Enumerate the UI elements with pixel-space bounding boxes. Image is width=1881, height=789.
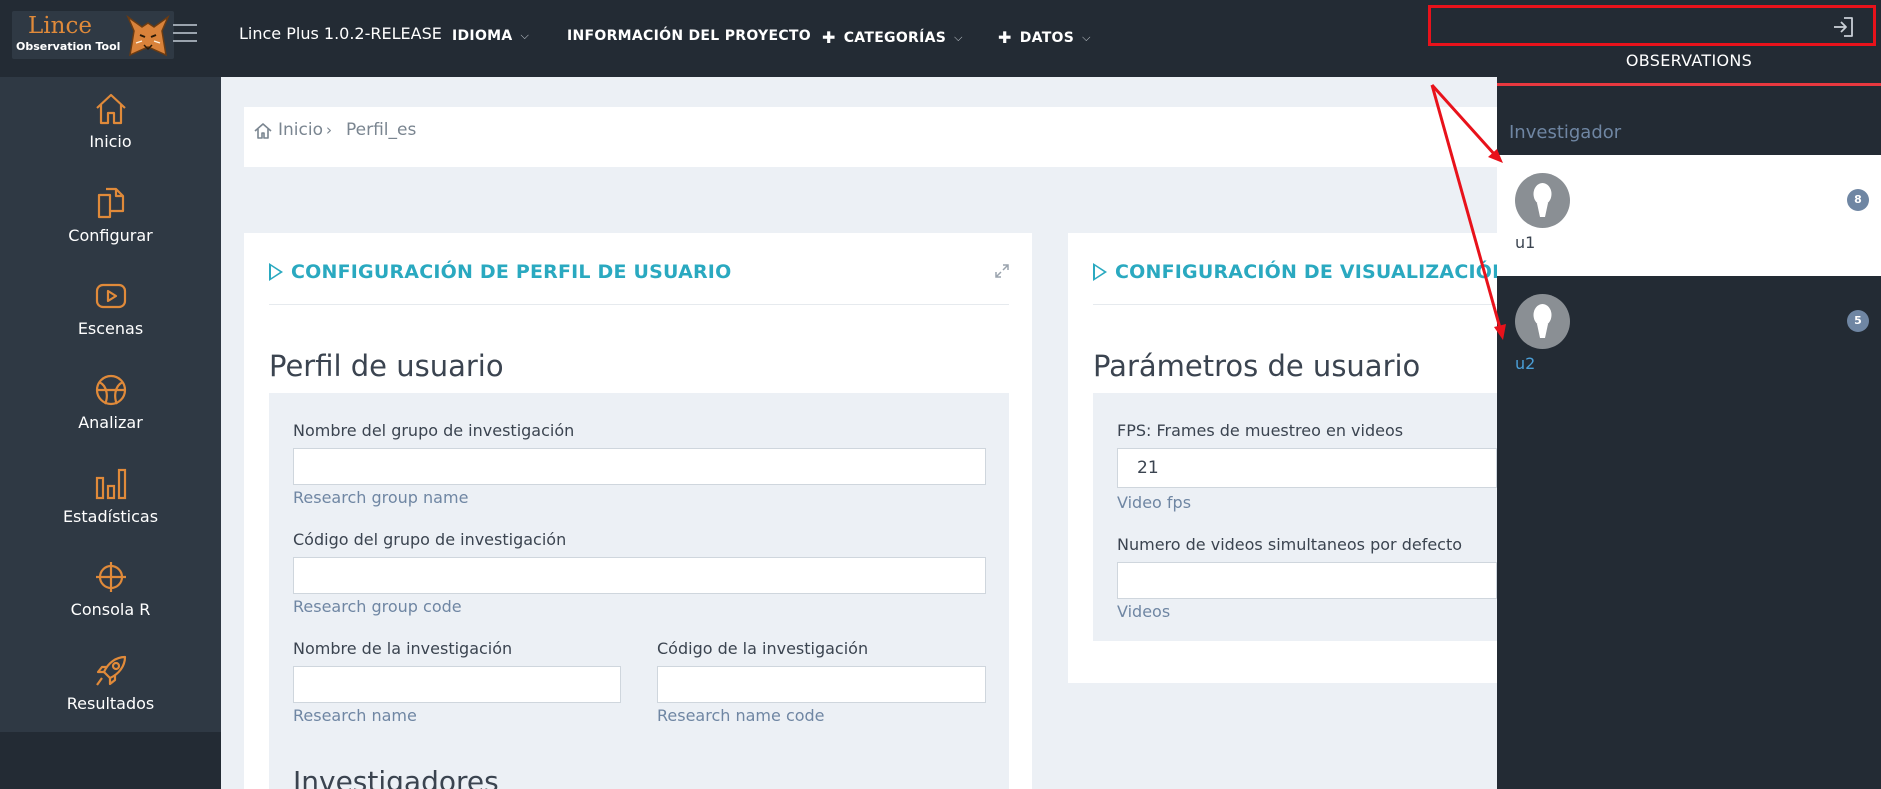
rocket-icon: [95, 655, 126, 686]
user-name: u1: [1515, 233, 1536, 252]
crosshair-icon: [95, 562, 126, 592]
logo-subtitle: Observation Tool: [16, 40, 121, 53]
sidebar-item-consola-r[interactable]: Consola R: [0, 560, 221, 650]
nav-informacion-label: INFORMACIÓN DEL PROYECTO: [567, 28, 811, 44]
simultaneous-videos-input[interactable]: [1117, 562, 1497, 599]
chevron-down-icon: ⌵: [954, 30, 963, 44]
user-avatar-icon: [1533, 304, 1552, 338]
field-label: Nombre de la investigación: [293, 639, 513, 658]
field-help: Research group code: [293, 597, 462, 616]
nav-datos-label: DATOS: [1019, 29, 1075, 46]
research-group-name-input[interactable]: [293, 448, 986, 485]
user-name[interactable]: u2: [1515, 354, 1535, 373]
sidebar-item-label: Escenas: [77, 319, 144, 338]
group-label: Investigador: [1509, 122, 1622, 143]
sidebar-item-resultados[interactable]: Resultados: [0, 654, 221, 744]
hamburger-menu-icon[interactable]: [173, 24, 197, 44]
sidebar-item-estadisticas[interactable]: Estadísticas: [0, 467, 221, 557]
triangle-right-icon: [1093, 263, 1107, 281]
sidebar-footer: [0, 732, 221, 789]
research-group-code-input[interactable]: [293, 557, 986, 594]
bar-chart-icon: [95, 468, 126, 500]
observations-search-bar[interactable]: [1428, 5, 1876, 46]
field-label: Código de la investigación: [657, 639, 869, 658]
breadcrumb-separator: ›: [326, 121, 332, 139]
sign-in-icon[interactable]: [1831, 15, 1855, 39]
profile-form: Nombre del grupo de investigación Resear…: [269, 393, 1009, 789]
field-help: Research name: [293, 706, 417, 725]
sidebar-item-label: Configurar: [68, 226, 153, 245]
investigators-section-title: Investigadores: [293, 765, 499, 789]
research-code-input[interactable]: [657, 666, 986, 703]
sidebar-item-label: Consola R: [70, 600, 151, 619]
sidebar-item-label: Inicio: [89, 132, 132, 151]
panel-divider: [1093, 304, 1497, 305]
research-name-input[interactable]: [293, 666, 621, 703]
app-logo[interactable]: Lince Observation Tool: [12, 11, 174, 59]
play-icon: [95, 283, 126, 309]
plus-icon: ✚: [822, 28, 836, 47]
nav-idioma[interactable]: IDIOMA ⌵: [452, 28, 529, 44]
sidebar: Inicio Configurar Escenas Analizar Estad…: [0, 77, 221, 732]
panel-title: CONFIGURACIÓN DE VISUALIZACIÓN: [1093, 261, 1508, 283]
home-icon: [254, 123, 272, 139]
observations-divider: [1497, 83, 1881, 86]
home-icon: [95, 93, 126, 125]
panel-divider: [269, 304, 1009, 305]
wolf-logo-icon: [126, 14, 170, 57]
chevron-down-icon: ⌵: [520, 29, 530, 42]
breadcrumb-current: Perfil_es: [346, 120, 417, 140]
count-badge: 5: [1847, 310, 1869, 332]
field-help: Video fps: [1117, 493, 1192, 512]
field-label: Nombre del grupo de investigación: [293, 421, 575, 440]
observations-panel: OBSERVATIONS Investigador 8 u1 5 u2: [1497, 0, 1881, 789]
sidebar-item-configurar[interactable]: Configurar: [0, 186, 221, 276]
nav-categorias[interactable]: ✚ CATEGORÍAS ⌵: [822, 28, 963, 47]
sidebar-item-label: Estadísticas: [62, 507, 159, 526]
breadcrumb: Inicio › Perfil_es: [244, 107, 1544, 167]
field-label: Código del grupo de investigación: [293, 530, 567, 549]
app-version: Lince Plus 1.0.2-RELEASE: [239, 24, 442, 43]
plus-icon: ✚: [998, 28, 1012, 47]
field-help: Research name code: [657, 706, 825, 725]
sidebar-item-escenas[interactable]: Escenas: [0, 279, 221, 369]
observations-search-input[interactable]: [1437, 11, 1817, 40]
basketball-icon: [95, 374, 126, 406]
user-avatar-icon: [1533, 183, 1552, 217]
observation-user-card[interactable]: 5 u2: [1497, 276, 1881, 397]
chevron-down-icon: ⌵: [1082, 30, 1091, 44]
panel-title-text: CONFIGURACIÓN DE PERFIL DE USUARIO: [291, 261, 732, 283]
field-help: Research group name: [293, 488, 469, 507]
documents-icon: [97, 187, 124, 219]
logo-title: Lince: [28, 13, 92, 39]
avatar: [1515, 173, 1570, 228]
panel-title: CONFIGURACIÓN DE PERFIL DE USUARIO: [269, 261, 731, 283]
nav-datos[interactable]: ✚ DATOS ⌵: [998, 28, 1091, 47]
field-label: FPS: Frames de muestreo en videos: [1117, 421, 1404, 440]
nav-informacion-proyecto[interactable]: INFORMACIÓN DEL PROYECTO: [567, 28, 811, 44]
sidebar-item-label: Analizar: [78, 413, 143, 432]
observation-user-card[interactable]: 8 u1: [1497, 155, 1881, 276]
display-form: FPS: Frames de muestreo en videos Video …: [1093, 393, 1497, 641]
triangle-right-icon: [269, 263, 283, 281]
observations-title: OBSERVATIONS: [1625, 51, 1753, 70]
section-title: Perfil de usuario: [269, 349, 504, 383]
nav-idioma-label: IDIOMA: [452, 28, 513, 44]
video-fps-input[interactable]: [1117, 448, 1497, 488]
sidebar-item-inicio[interactable]: Inicio: [0, 92, 221, 182]
field-label: Numero de videos simultaneos por defecto: [1117, 535, 1463, 554]
sidebar-item-label: Resultados: [66, 694, 155, 713]
display-config-panel: CONFIGURACIÓN DE VISUALIZACIÓN Parámetro…: [1068, 233, 1508, 683]
breadcrumb-home-link[interactable]: Inicio: [278, 120, 323, 140]
profile-config-panel: CONFIGURACIÓN DE PERFIL DE USUARIO Perfi…: [244, 233, 1032, 789]
avatar: [1515, 294, 1570, 349]
nav-categorias-label: CATEGORÍAS: [843, 29, 947, 46]
panel-title-text: CONFIGURACIÓN DE VISUALIZACIÓN: [1115, 261, 1509, 283]
count-badge: 8: [1847, 189, 1869, 211]
section-title: Parámetros de usuario: [1093, 349, 1421, 383]
expand-icon[interactable]: [994, 263, 1010, 279]
sidebar-item-analizar[interactable]: Analizar: [0, 373, 221, 463]
field-help: Videos: [1117, 602, 1171, 621]
